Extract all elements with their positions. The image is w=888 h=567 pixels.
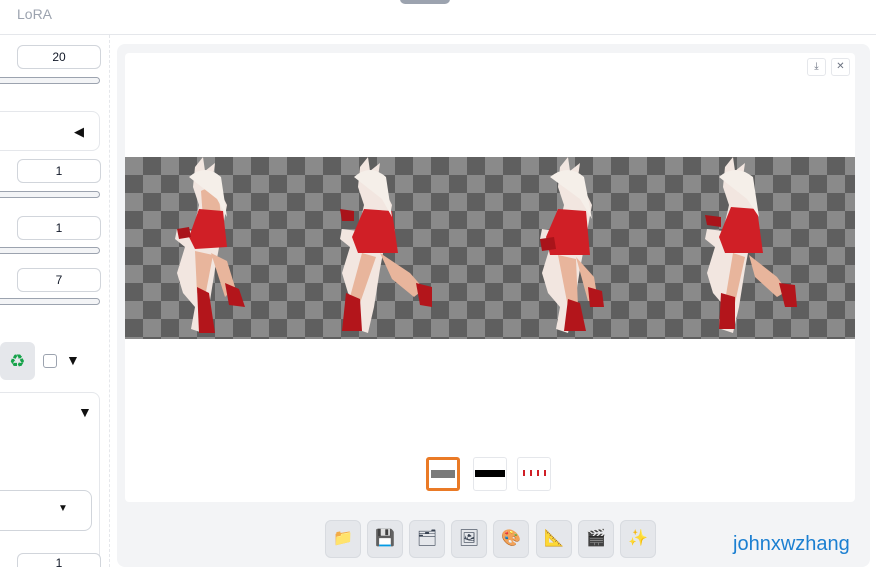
- watermark-text: johnxwzhang: [733, 533, 850, 555]
- chevron-down-icon[interactable]: ▼: [78, 404, 92, 420]
- save-button[interactable]: 💾: [367, 520, 403, 558]
- palette-icon: 🎨: [501, 530, 521, 547]
- thumbnail-2-preview: [475, 470, 505, 477]
- download-icon: ⤓: [814, 61, 819, 72]
- steps-slider[interactable]: [0, 77, 100, 84]
- generated-sprite-sheet[interactable]: [125, 157, 855, 339]
- batch-count-input[interactable]: 1: [17, 159, 101, 183]
- zip-icon: 🗂: [416, 530, 438, 547]
- close-button[interactable]: ✕: [831, 58, 850, 76]
- recycle-button[interactable]: ♻: [0, 342, 35, 380]
- send-to-inpaint-button[interactable]: 🎨: [493, 520, 529, 558]
- steps-number-input[interactable]: 20: [17, 45, 101, 69]
- upscale-button[interactable]: ✨: [620, 520, 656, 558]
- batch-count-slider[interactable]: [0, 191, 100, 198]
- scroll-handle[interactable]: [400, 0, 450, 4]
- sprite-frame-2: [340, 157, 432, 333]
- divider: [0, 34, 876, 35]
- triangle-down-icon[interactable]: ▼: [66, 352, 80, 368]
- extra-checkbox[interactable]: [43, 354, 57, 368]
- tab-lora[interactable]: LoRA: [17, 6, 52, 22]
- save-icon: 💾: [375, 530, 395, 547]
- sparkles-icon: ✨: [628, 530, 648, 547]
- close-icon: ✕: [836, 61, 845, 72]
- open-folder-button[interactable]: 📁: [325, 520, 361, 558]
- thumbnail-3[interactable]: [517, 457, 551, 491]
- batch-size-input[interactable]: 1: [17, 216, 101, 240]
- column-divider: [109, 35, 110, 567]
- thumbnail-1-selected[interactable]: [426, 457, 460, 491]
- image-icon: 🖼: [458, 530, 480, 547]
- caret-down-icon: ▼: [58, 503, 68, 514]
- cfg-scale-slider[interactable]: [0, 298, 100, 305]
- send-to-extras-button[interactable]: 📐: [536, 520, 572, 558]
- sampler-dropdown[interactable]: ▼: [0, 490, 92, 531]
- partial-number-input[interactable]: 1: [17, 553, 101, 567]
- folder-icon: 📁: [333, 530, 353, 547]
- triangle-left-icon[interactable]: ◀: [74, 124, 84, 140]
- ruler-icon: 📐: [544, 530, 564, 547]
- sprite-frames: [175, 157, 797, 333]
- sprite-frame-4: [705, 157, 797, 333]
- zip-button[interactable]: 🗂: [409, 520, 445, 558]
- thumbnail-1-preview: [431, 470, 455, 478]
- sprite-frame-3: [540, 157, 604, 333]
- cfg-scale-input[interactable]: 7: [17, 268, 101, 292]
- clapper-icon: 🎬: [586, 530, 606, 547]
- video-button[interactable]: 🎬: [578, 520, 614, 558]
- download-button[interactable]: ⤓: [807, 58, 826, 76]
- send-to-img2img-button[interactable]: 🖼: [451, 520, 487, 558]
- thumbnail-2[interactable]: [473, 457, 507, 491]
- recycle-icon: ♻: [9, 351, 26, 371]
- app-root: LoRA 20 ◀ 1 1 7 ♻ ▼ ▼ ▼ 1 ⤓ ✕ 📁 💾 🗂 🖼 🎨 …: [0, 0, 888, 567]
- collapsible-panel[interactable]: [0, 111, 100, 151]
- thumbnail-3-preview: [523, 470, 546, 476]
- batch-size-slider[interactable]: [0, 247, 100, 254]
- sprite-frame-1: [175, 157, 245, 333]
